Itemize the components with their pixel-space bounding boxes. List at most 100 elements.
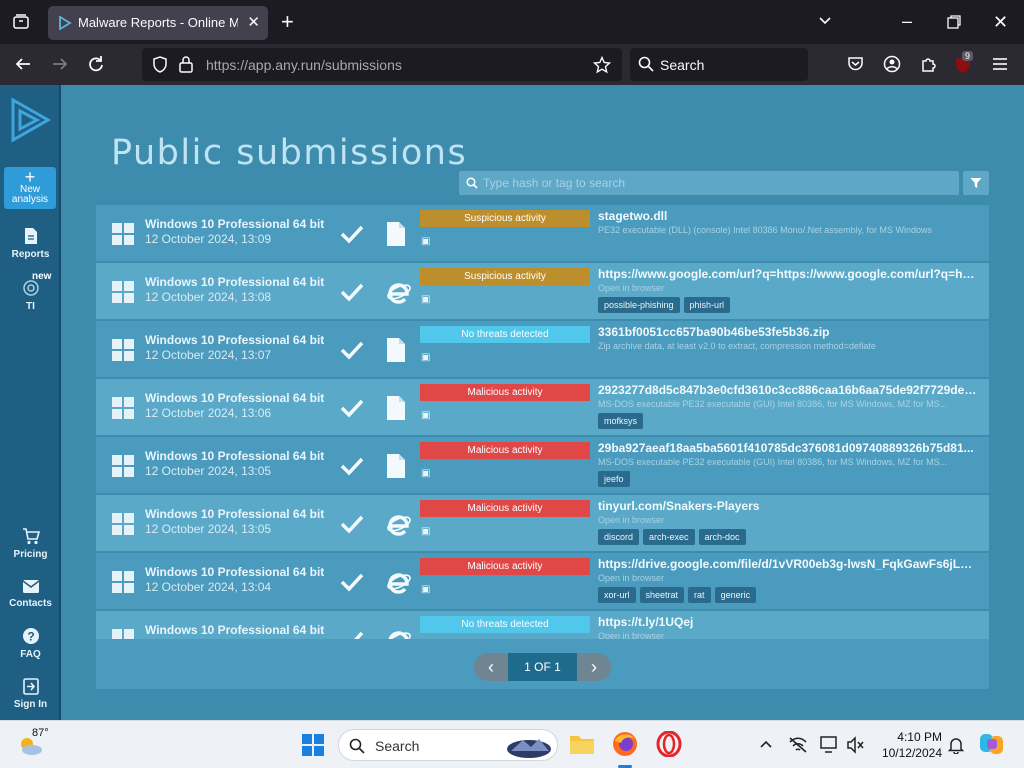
browser-ie-icon — [386, 511, 412, 542]
restore-icon[interactable] — [947, 14, 961, 32]
hash-search-input[interactable] — [483, 174, 953, 192]
tag[interactable]: jeefo — [598, 471, 630, 487]
tag[interactable]: possible-phishing — [598, 297, 680, 313]
file-explorer-icon[interactable] — [569, 733, 595, 755]
start-windows-icon[interactable] — [302, 734, 324, 756]
verdict-badge: Malicious activity — [420, 500, 590, 517]
network-icon[interactable] — [788, 736, 808, 754]
check-icon — [340, 456, 364, 481]
os-name: Windows 10 Professional 64 bit — [145, 217, 325, 231]
shield-icon[interactable] — [152, 56, 168, 76]
submission-name[interactable]: 29ba927aeaf18aa5ba5601f410785dc376081d09… — [598, 441, 978, 455]
bookmark-star-icon[interactable] — [592, 55, 612, 77]
submission-description: Open in browser — [598, 515, 665, 525]
next-page-button[interactable]: › — [577, 653, 611, 681]
url-text[interactable]: https://app.any.run/submissions — [206, 57, 402, 73]
submission-description: MS-DOS executable PE32 executable (GUI) … — [598, 457, 948, 467]
volume-icon[interactable] — [846, 736, 864, 754]
tab-close-icon[interactable]: ✕ — [247, 13, 260, 31]
tag[interactable]: mofksys — [598, 413, 644, 429]
tag-list: discord arch-exec arch-doc — [598, 529, 746, 545]
submission-name[interactable]: 2923277d8d5c847b3e0cfd3610c3cc886caa16b6… — [598, 383, 978, 397]
minimize-icon[interactable]: – — [902, 12, 912, 30]
active-tab[interactable]: Malware Reports - Online Malw ✕ — [48, 6, 268, 40]
back-icon[interactable] — [14, 55, 32, 76]
tag[interactable]: rat — [688, 587, 711, 603]
file-icon — [386, 337, 406, 368]
sidebar-item-sign-in[interactable]: Sign In — [0, 678, 61, 710]
activity-icon: ▣ — [421, 410, 431, 421]
hash-search-box[interactable] — [459, 171, 959, 195]
submission-name[interactable]: stagetwo.dll — [598, 209, 978, 223]
firefox-icon[interactable] — [612, 731, 638, 757]
close-window-icon[interactable]: ✕ — [993, 13, 1008, 31]
browser-search-bar[interactable]: Search — [630, 48, 808, 81]
system-clock[interactable]: 4:10 PM 10/12/2024 — [878, 729, 942, 761]
tag[interactable]: xor-url — [598, 587, 636, 603]
activity-icon: ▣ — [421, 468, 431, 479]
tray-chevron-up-icon[interactable] — [759, 736, 773, 754]
prev-page-button[interactable]: ‹ — [474, 653, 508, 681]
display-icon[interactable] — [820, 736, 840, 754]
sidebar-item-faq[interactable]: ? FAQ — [0, 627, 61, 660]
tag[interactable]: sheetrat — [639, 587, 685, 603]
submission-name[interactable]: https://www.google.com/url?q=https://www… — [598, 267, 978, 281]
notification-bell-icon[interactable] — [948, 736, 964, 754]
tab-list-chevron-icon[interactable] — [817, 12, 833, 31]
account-icon[interactable] — [883, 55, 901, 76]
submission-name[interactable]: tinyurl.com/Snakers-Players — [598, 499, 978, 513]
search-highlight-icon — [507, 739, 551, 758]
table-row[interactable]: Windows 10 Professional 64 bit 12 October… — [96, 437, 989, 493]
url-bar[interactable]: https://app.any.run/submissions — [142, 48, 622, 81]
table-row[interactable]: Windows 10 Professional 64 bit 12 October… — [96, 321, 989, 377]
pagination: ‹ 1 OF 1 › — [96, 639, 989, 689]
table-row[interactable]: Windows 10 Professional 64 bit 12 October… — [96, 553, 989, 609]
tag[interactable]: generic — [714, 587, 757, 603]
file-icon — [386, 221, 406, 252]
submission-name[interactable]: https://t.ly/1UQej — [598, 615, 978, 629]
sidebar-item-contacts[interactable]: Contacts — [0, 579, 61, 609]
taskbar-search[interactable]: Search — [338, 729, 558, 761]
reload-icon[interactable] — [87, 55, 105, 76]
activity-icon: ▣ — [421, 526, 431, 537]
tag[interactable]: phish-url — [683, 297, 731, 313]
pocket-icon[interactable] — [847, 56, 864, 75]
sidebar-item-pricing[interactable]: Pricing — [0, 528, 61, 560]
filter-button[interactable] — [963, 171, 989, 195]
anyrun-logo-icon[interactable] — [10, 97, 52, 143]
sidebar-item-reports[interactable]: Reports — [0, 227, 61, 260]
sidebar-item-ti[interactable]: TI — [0, 279, 61, 312]
tag[interactable]: discord — [598, 529, 640, 545]
table-row[interactable]: Windows 10 Professional 64 bit 12 October… — [96, 379, 989, 435]
check-icon — [340, 224, 364, 249]
submission-name[interactable]: 3361bf0051cc657ba90b46be53fe5b36.zip — [598, 325, 978, 339]
lock-icon[interactable] — [179, 56, 193, 76]
tag[interactable]: arch-exec — [643, 529, 695, 545]
submission-description: Open in browser — [598, 283, 665, 293]
tab-overview-icon[interactable] — [12, 13, 30, 34]
app-content: + New analysis Reports new TI Pricing Co… — [0, 85, 1024, 720]
check-icon — [340, 630, 364, 639]
submission-date: 12 October 2024, 13:06 — [145, 406, 272, 420]
os-name: Windows 10 Professional 64 bit — [145, 507, 325, 521]
tag[interactable]: arch-doc — [698, 529, 746, 545]
page-title: Public submissions — [111, 133, 468, 173]
opera-icon[interactable] — [656, 731, 682, 757]
reports-icon — [24, 228, 37, 244]
copilot-icon[interactable] — [979, 731, 1005, 757]
table-row[interactable]: Windows 10 Professional 64 bit 12 October… — [96, 495, 989, 551]
activity-icons: ▣ — [421, 584, 432, 598]
browser-tab-strip: Malware Reports - Online Malw ✕ + – ✕ — [0, 0, 1024, 44]
menu-hamburger-icon[interactable] — [992, 56, 1008, 75]
forward-icon[interactable] — [51, 55, 69, 76]
new-analysis-button[interactable]: + New analysis — [4, 167, 56, 209]
windows-os-icon — [112, 281, 134, 308]
new-tab-icon[interactable]: + — [281, 11, 294, 33]
submission-name[interactable]: https://drive.google.com/file/d/1vVR00eb… — [598, 557, 978, 571]
file-icon — [386, 395, 406, 426]
verdict-badge: No threats detected — [420, 326, 590, 343]
table-row[interactable]: Windows 10 Professional 64 bit 12 October… — [96, 263, 989, 319]
table-row[interactable]: Windows 10 Professional 64 bit No threats… — [96, 611, 989, 639]
extensions-puzzle-icon[interactable] — [920, 55, 938, 76]
table-row[interactable]: Windows 10 Professional 64 bit 12 October… — [96, 205, 989, 261]
